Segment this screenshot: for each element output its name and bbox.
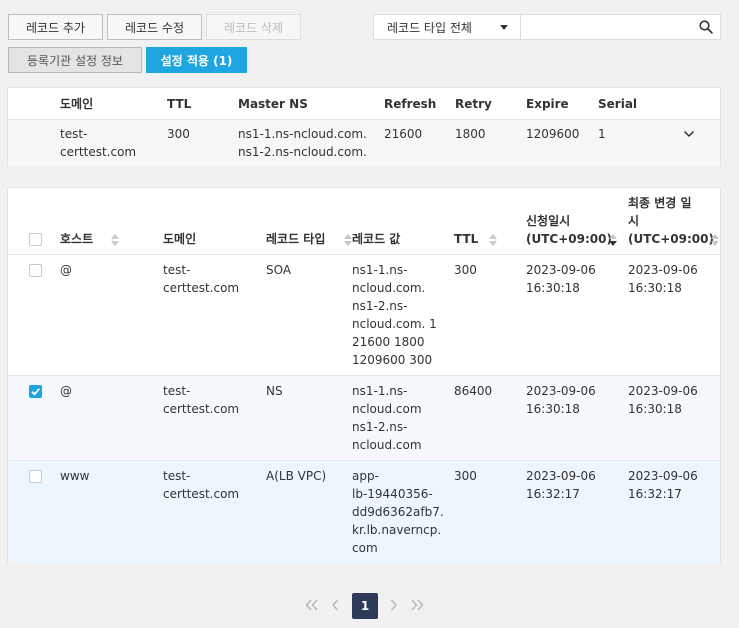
select-all-checkbox[interactable] — [29, 233, 42, 246]
expire-cell: 1209600 — [526, 127, 580, 141]
sort-icon[interactable] — [489, 234, 497, 246]
ttl-cell: 300 — [454, 263, 477, 277]
header-record-value: 레코드 값 — [352, 232, 401, 246]
table-row[interactable]: @ test- certtest.com SOA ns1-1.ns- nclou… — [8, 255, 720, 375]
type-cell: A(LB VPC) — [266, 469, 327, 483]
double-chevron-left-icon[interactable] — [305, 597, 319, 615]
header-modified-at: 최종 변경 일 시 (UTC+09:00) — [628, 196, 714, 246]
search-box — [521, 14, 721, 40]
host-cell: www — [60, 469, 90, 483]
retry-cell: 1800 — [455, 127, 486, 141]
header-requested-at: 신청일시 (UTC+09:00) — [526, 214, 612, 246]
table-row[interactable]: @ test- certtest.com NS ns1-1.ns- ncloud… — [8, 376, 720, 460]
header-master-ns: Master NS — [238, 97, 308, 111]
apply-settings-button[interactable]: 설정 적용 (1) — [146, 47, 247, 73]
chevron-down-icon[interactable] — [683, 128, 695, 142]
ttl-cell: 300 — [454, 469, 477, 483]
host-cell: @ — [60, 263, 72, 277]
sort-icon[interactable] — [711, 234, 719, 246]
sort-desc-icon[interactable] — [609, 234, 617, 246]
chevron-right-icon[interactable] — [390, 597, 398, 615]
search-icon[interactable] — [699, 20, 713, 37]
requested-cell: 2023-09-06 16:30:18 — [526, 263, 596, 295]
header-domain: 도메인 — [163, 232, 197, 246]
refresh-cell: 21600 — [384, 127, 423, 141]
registrar-settings-button[interactable]: 등록기관 설정 정보 — [8, 47, 142, 73]
value-cell: ns1-1.ns- ncloud.com ns1-2.ns- ncloud.co… — [352, 384, 422, 452]
requested-cell: 2023-09-06 16:32:17 — [526, 469, 596, 501]
record-type-select[interactable]: 레코드 타입 전체 — [373, 14, 521, 40]
record-type-select-value: 레코드 타입 전체 — [387, 20, 472, 35]
modified-cell: 2023-09-06 16:30:18 — [628, 263, 698, 295]
row-checkbox[interactable] — [29, 264, 42, 277]
domain-cell: test- certtest.com — [163, 263, 240, 295]
edit-record-button[interactable]: 레코드 수정 — [107, 14, 202, 40]
search-input[interactable] — [527, 16, 701, 40]
double-chevron-right-icon[interactable] — [410, 597, 424, 615]
check-icon — [31, 388, 40, 396]
domain-cell: test- certtest.com — [163, 384, 240, 416]
header-expire: Expire — [526, 97, 569, 111]
ttl-cell: 300 — [167, 127, 190, 141]
chevron-left-icon[interactable] — [331, 597, 339, 615]
header-domain: 도메인 — [60, 97, 94, 111]
domain-info-row: test- certtest.com 300 ns1-1.ns-ncloud.c… — [8, 120, 720, 167]
header-retry: Retry — [455, 97, 492, 111]
type-cell: NS — [266, 384, 283, 398]
page-number-current[interactable]: 1 — [352, 593, 378, 619]
delete-record-button[interactable]: 레코드 삭제 — [206, 14, 301, 40]
domain-cell: test- certtest.com — [60, 127, 137, 159]
header-ttl: TTL — [167, 97, 192, 111]
type-cell: SOA — [266, 263, 292, 277]
add-record-button[interactable]: 레코드 추가 — [8, 14, 103, 40]
host-cell: @ — [60, 384, 72, 398]
modified-cell: 2023-09-06 16:32:17 — [628, 469, 698, 501]
header-serial: Serial — [598, 97, 638, 111]
domain-info-panel: 도메인 TTL Master NS Refresh Retry Expire S… — [7, 87, 721, 167]
header-ttl: TTL — [454, 232, 479, 246]
master-ns-cell: ns1-1.ns-ncloud.com. ns1-2.ns-ncloud.com… — [238, 127, 367, 159]
ttl-cell: 86400 — [454, 384, 493, 398]
value-cell: app- lb-19440356- dd9d6362afb7. kr.lb.na… — [352, 469, 444, 555]
modified-cell: 2023-09-06 16:30:18 — [628, 384, 698, 416]
domain-cell: test- certtest.com — [163, 469, 240, 501]
row-checkbox[interactable] — [29, 470, 42, 483]
requested-cell: 2023-09-06 16:30:18 — [526, 384, 596, 416]
header-refresh: Refresh — [384, 97, 437, 111]
header-host: 호스트 — [60, 232, 94, 246]
records-table: 호스트 도메인 레코드 타입 레코드 값 TTL 신청일시 (UTC+09:00… — [7, 187, 721, 563]
value-cell: ns1-1.ns- ncloud.com. ns1-2.ns- ncloud.c… — [352, 263, 437, 367]
sort-icon[interactable] — [111, 234, 119, 246]
sort-icon[interactable] — [344, 234, 352, 246]
caret-down-icon — [500, 25, 508, 30]
row-checkbox[interactable] — [29, 385, 42, 398]
header-record-type: 레코드 타입 — [266, 232, 326, 246]
table-row[interactable]: www test- certtest.com A(LB VPC) app- lb… — [8, 461, 720, 563]
serial-cell: 1 — [598, 127, 606, 141]
